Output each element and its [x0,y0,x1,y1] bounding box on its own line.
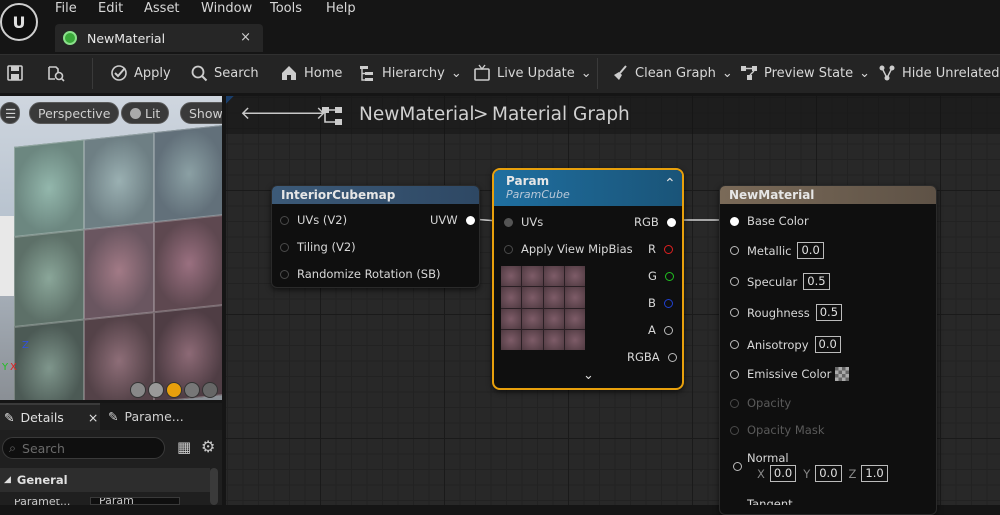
pin-circle-icon [280,269,289,279]
collapse-icon[interactable]: ⌃ [664,176,676,192]
color-swatch-icon[interactable] [835,367,850,381]
pin-circle-icon [465,215,475,225]
pin-circle-icon [730,216,739,226]
pin-label: Apply View MipBias [521,242,633,256]
pin-rgb-out[interactable]: RGB [634,215,676,229]
normal-z-label: Z [848,466,857,481]
normal-y-label: Y [803,466,811,481]
node-subtitle: ParamCube [506,188,570,201]
pin-label: UVs [521,215,544,229]
pin-label: UVs (V2) [297,213,348,227]
pin-label: Randomize Rotation (SB) [297,267,441,281]
pin-specular[interactable]: Specular 0.5 [730,273,830,290]
pin-circle-icon [730,340,739,349]
pin-circle-icon [730,369,739,379]
pin-roughness[interactable]: Roughness 0.5 [730,304,843,321]
pin-label: UVW [430,213,458,227]
pin-circle-icon [730,246,739,255]
pin-circle-icon [730,425,739,435]
pin-label: A [648,323,656,337]
pin-label: Metallic [747,243,792,258]
pin-tiling-v2[interactable]: Tiling (V2) [280,240,356,254]
specular-value-field[interactable]: 0.5 [803,273,830,290]
pin-label: B [648,296,656,310]
anisotropy-value-field[interactable]: 0.0 [814,336,841,353]
pin-opacity-mask: Opacity Mask [730,423,825,437]
normal-x-label: X [757,466,765,481]
normal-y-field[interactable]: 0.0 [815,465,842,482]
pin-b-out[interactable]: B [648,296,673,310]
normal-x-field[interactable]: 0.0 [769,465,797,482]
pin-circle-icon [664,244,673,254]
pin-apply-view-mipbias[interactable]: Apply View MipBias [504,242,633,256]
metallic-value-field[interactable]: 0.0 [797,242,824,259]
expand-icon[interactable]: ⌄ [583,368,594,383]
pin-anisotropy[interactable]: Anisotropy 0.0 [730,336,841,353]
pin-r-out[interactable]: R [648,242,673,256]
pin-circle-icon [664,271,674,281]
pin-a-out[interactable]: A [648,323,673,337]
pin-circle-icon [663,325,673,335]
pin-uvs-v2[interactable]: UVs (V2) [280,213,347,227]
pin-circle-icon [730,277,739,286]
pin-normal-circle-icon[interactable] [733,462,742,471]
pin-circle-icon [280,215,289,225]
pin-label: RGBA [627,350,660,364]
pin-rgba-out[interactable]: RGBA [627,350,677,364]
roughness-value-field[interactable]: 0.5 [815,304,843,321]
node-title: Param [506,174,550,188]
pin-circle-icon [730,398,739,408]
param-node-header: Param ParamCube [494,170,682,206]
normal-z-field[interactable]: 1.0 [861,465,888,482]
pin-opacity: Opacity [730,396,791,410]
pin-label: Base Color [747,214,809,228]
pin-label: Opacity [747,396,792,410]
pin-circle-icon [667,352,677,362]
pin-circle-icon [504,244,513,254]
pin-label: Opacity Mask [747,423,825,437]
pin-label: Emissive Color [747,367,832,381]
pin-circle-icon [280,242,289,252]
pin-randomize-rotation[interactable]: Randomize Rotation (SB) [280,267,441,281]
node-title: InteriorCubemap [272,186,479,204]
pin-label: Tiling (V2) [297,240,356,254]
pin-circle-icon [730,308,739,317]
pin-label: G [648,269,657,283]
node-title: NewMaterial [720,186,936,204]
pin-tangent-label: Tangent [747,498,793,505]
pin-label: Roughness [747,305,810,320]
pin-emissive-color[interactable]: Emissive Color [730,367,850,381]
pin-label: Specular [747,274,798,289]
pin-circle-icon [663,298,673,308]
pin-label: RGB [634,215,659,229]
pin-circle-icon [666,217,676,227]
cube-texture-preview [501,266,585,350]
pin-metallic[interactable]: Metallic 0.0 [730,242,824,259]
normal-vector-fields: X 0.0 Y 0.0 Z 1.0 [757,465,888,482]
pin-label: Anisotropy [747,337,809,352]
pin-label: R [648,242,656,256]
pin-base-color[interactable]: Base Color [730,214,809,228]
pin-uvw-out[interactable]: UVW [430,213,475,227]
pin-circle-icon [504,217,513,227]
pin-uvs[interactable]: UVs [504,215,543,229]
pin-normal-label: Normal [747,451,789,465]
pin-g-out[interactable]: G [648,269,674,283]
